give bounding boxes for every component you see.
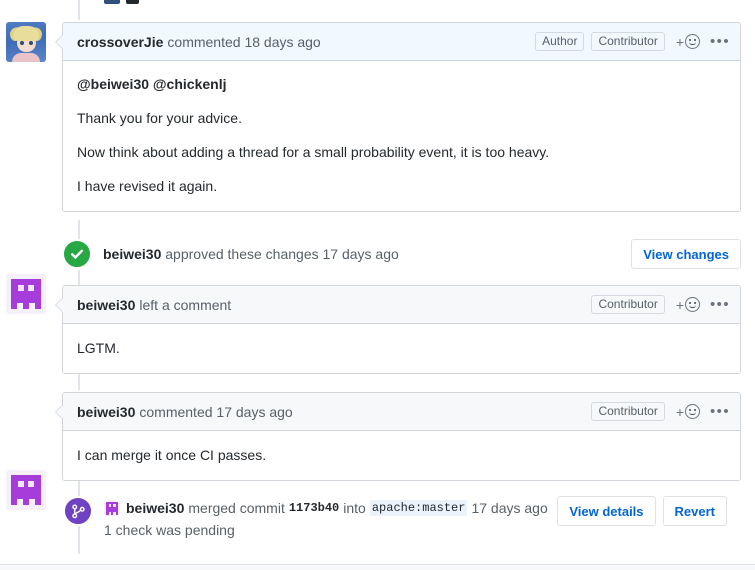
timeline-rail-3	[78, 372, 80, 390]
pr-conversation-timeline: crossoverJie commented 18 days ago Autho…	[0, 0, 755, 570]
plus-sign: +	[676, 34, 684, 50]
comment-author-name[interactable]: beiwei30	[77, 297, 135, 313]
comment-timestamp: commented 18 days ago	[167, 34, 320, 50]
merge-event-text: beiwei30 merged commit 1173b40 into apac…	[104, 500, 548, 516]
merge-author[interactable]: beiwei30	[126, 500, 184, 516]
avatar-crossoverjie[interactable]	[6, 22, 46, 62]
kebab-menu-icon[interactable]: •••	[710, 297, 730, 312]
merge-target-branch[interactable]: apache:master	[370, 500, 468, 516]
add-reaction-button[interactable]: +	[676, 34, 700, 50]
truncated-fragment-icon-b	[126, 0, 139, 4]
identicon-blob	[11, 475, 41, 499]
plus-sign: +	[676, 404, 684, 420]
comment-beiwei30-merge-note: beiwei30 commented 17 days ago Contribut…	[62, 392, 741, 481]
kebab-menu-icon[interactable]: •••	[710, 34, 730, 49]
comment-crossoverjie: crossoverJie commented 18 days ago Autho…	[62, 22, 741, 212]
avatar-beiwei30-comment[interactable]	[6, 470, 46, 510]
comment-mentions-line: @beiwei30 @chickenlj	[77, 74, 726, 95]
identicon-eye-right	[28, 481, 34, 487]
truncated-top-element	[104, 0, 139, 4]
badge-author: Author	[535, 32, 584, 51]
merge-timestamp: 17 days ago	[471, 500, 547, 516]
avatar-eye-right	[29, 41, 33, 45]
mini-identicon-icon	[104, 500, 120, 516]
comment-beiwei30-review: beiwei30 left a comment Contributor + ••…	[62, 285, 741, 374]
revert-button[interactable]: Revert	[663, 496, 727, 526]
approval-author[interactable]: beiwei30	[103, 246, 161, 262]
bottom-divider	[0, 564, 755, 570]
comment-header-beiwei30-merge-note: beiwei30 commented 17 days ago Contribut…	[63, 393, 740, 431]
approved-check-icon	[62, 239, 92, 269]
comment-body-crossoverjie: @beiwei30 @chickenlj Thank you for your …	[63, 61, 740, 211]
identicon-eye-right	[28, 285, 34, 291]
comment-author-name[interactable]: crossoverJie	[77, 34, 163, 50]
smiley-icon	[685, 34, 700, 49]
avatar-beiwei30-approval[interactable]	[6, 274, 46, 314]
comment-timestamp: commented 17 days ago	[139, 404, 292, 420]
badge-contributor: Contributor	[591, 32, 664, 51]
truncated-fragment-icon-a	[104, 0, 120, 4]
identicon-eye-left	[18, 285, 24, 291]
timeline-rail-2	[78, 270, 80, 286]
approval-event-text: beiwei30 approved these changes 17 days …	[103, 246, 399, 262]
identicon-eye-left	[18, 481, 24, 487]
identicon-blob	[11, 279, 41, 303]
comment-paragraph-3: I have revised it again.	[77, 176, 726, 197]
merge-verb: merged commit	[188, 500, 284, 516]
comment-paragraph-1: Thank you for your advice.	[77, 108, 726, 129]
avatar-hair-top	[13, 26, 39, 41]
comment-author-name[interactable]: beiwei30	[77, 404, 135, 420]
add-reaction-button[interactable]: +	[676, 297, 700, 313]
comment-paragraph-1: LGTM.	[77, 338, 726, 359]
merge-commit-sha[interactable]: 1173b40	[289, 501, 339, 515]
merge-check-status: 1 check was pending	[104, 522, 235, 538]
view-changes-button[interactable]: View changes	[631, 239, 741, 269]
badge-contributor: Contributor	[591, 402, 664, 421]
identicon-leg-a	[11, 303, 17, 309]
timeline-rail-5	[78, 524, 80, 554]
add-reaction-button[interactable]: +	[676, 404, 700, 420]
smiley-icon	[685, 404, 700, 419]
avatar-eye-left	[20, 41, 24, 45]
comment-paragraph-2: Now think about adding a thread for a sm…	[77, 142, 726, 163]
smiley-icon	[685, 297, 700, 312]
comment-action-text: left a comment	[139, 297, 231, 313]
approval-action-text: approved these changes 17 days ago	[165, 246, 399, 262]
avatar-body	[12, 53, 40, 62]
comment-header-crossoverjie: crossoverJie commented 18 days ago Autho…	[63, 23, 740, 61]
identicon-leg-c	[35, 303, 41, 309]
comment-header-beiwei30-review: beiwei30 left a comment Contributor + ••…	[63, 286, 740, 324]
identicon-leg-c	[35, 499, 41, 505]
view-details-button[interactable]: View details	[557, 496, 655, 526]
merge-action-buttons: View details Revert	[557, 496, 727, 526]
identicon-leg-a	[11, 499, 17, 505]
timeline-rail-1	[78, 220, 80, 240]
kebab-menu-icon[interactable]: •••	[710, 404, 730, 419]
merge-preposition: into	[343, 500, 366, 516]
identicon-leg-b	[23, 499, 29, 505]
comment-body-beiwei30-review: LGTM.	[63, 324, 740, 373]
timeline-rail-top	[78, 0, 80, 20]
comment-body-beiwei30-merge-note: I can merge it once CI passes.	[63, 431, 740, 480]
comment-paragraph-1: I can merge it once CI passes.	[77, 445, 726, 466]
identicon-leg-b	[23, 303, 29, 309]
badge-contributor: Contributor	[591, 295, 664, 314]
git-merge-icon	[63, 496, 93, 526]
plus-sign: +	[676, 297, 684, 313]
